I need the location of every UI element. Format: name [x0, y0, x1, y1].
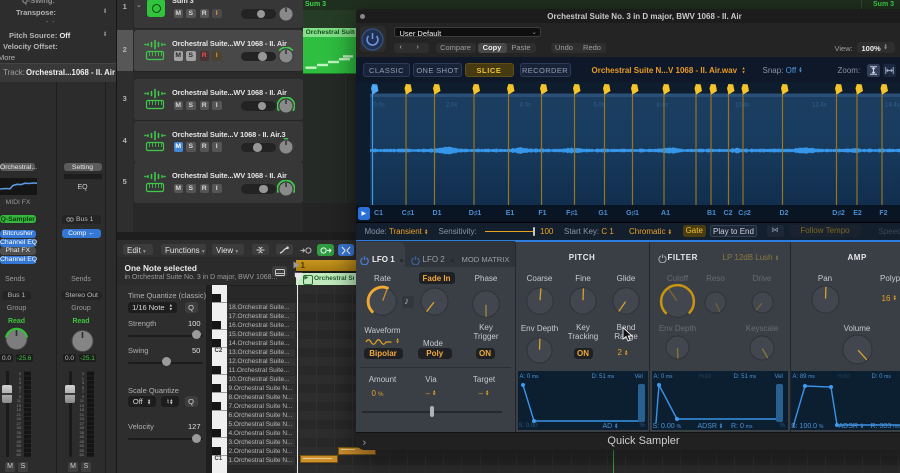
- svg-text:8.4s: 8.4s: [656, 103, 667, 109]
- svg-text:6.0s: 6.0s: [593, 103, 604, 109]
- svg-text:10.4s: 10.4s: [735, 103, 750, 109]
- svg-text:2.0s: 2.0s: [446, 103, 457, 109]
- svg-text:12.4s: 12.4s: [812, 103, 827, 109]
- svg-text:4.0s: 4.0s: [519, 103, 530, 109]
- svg-text:0.0s: 0.0s: [373, 103, 384, 109]
- svg-text:14.4s: 14.4s: [885, 103, 900, 109]
